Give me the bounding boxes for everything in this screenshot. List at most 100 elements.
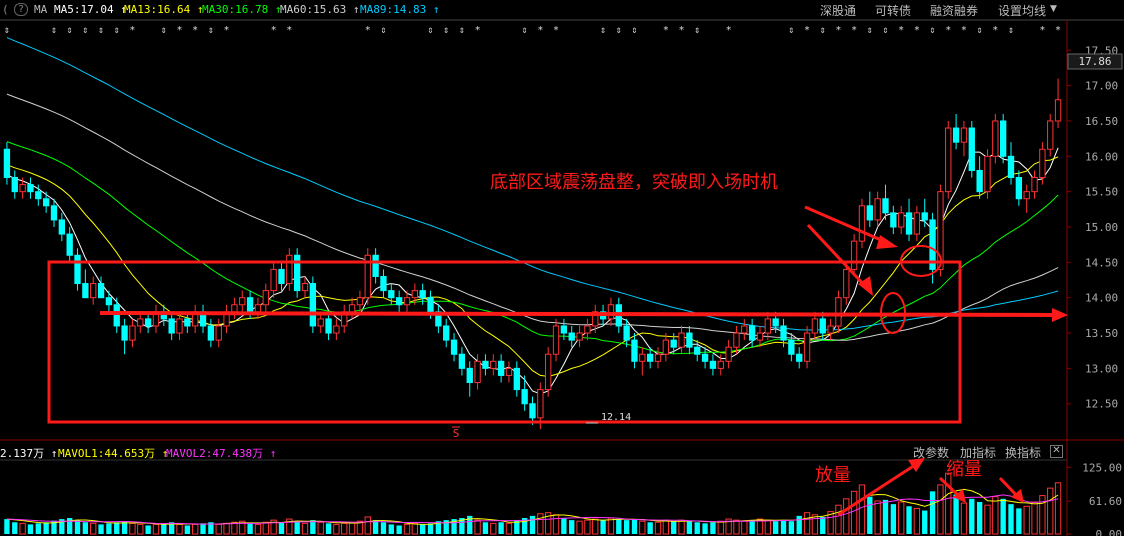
candle-body-up: [874, 198, 881, 221]
candle-body-down: [35, 191, 42, 200]
volume-bar-down: [161, 523, 167, 534]
volume-bar-up: [1023, 505, 1030, 535]
volume-bar-down: [1016, 508, 1022, 534]
volume-bar-up: [843, 498, 850, 535]
signal-marker: *: [176, 25, 182, 36]
candle-body-down: [27, 184, 34, 193]
candle-body-up: [254, 304, 262, 313]
candle-body-up: [725, 346, 732, 362]
candle-body-up: [333, 325, 340, 334]
candle-body-down: [184, 318, 191, 327]
volume-bar-down: [325, 523, 332, 534]
volume-bar-down: [4, 519, 10, 534]
price-tick-label: 12.50: [1085, 398, 1118, 411]
signal-marker: *: [129, 25, 135, 36]
signal-marker: ⇕: [788, 25, 794, 36]
candle-body-down: [529, 403, 536, 419]
candle-body-down: [646, 353, 654, 362]
add-indicator-button[interactable]: 加指标: [960, 444, 996, 461]
candle-body-up: [945, 127, 952, 193]
candle-body-up: [19, 184, 26, 193]
signal-marker: ⇕: [930, 25, 936, 36]
signal-markers: ⇕ ⇕ ⇕ ⇕ ⇕ ⇕ * ⇕ * * ⇕ * * * * ⇕ ⇕ ⇕ ⇕ * ⇕ * * ⇕ ⇕ ⇕ * * ⇕ * ⇕ * ⇕ * * ⇕ ⇕ * * ⇕…: [4, 25, 1061, 36]
switch-indicator-button[interactable]: 换指标: [1005, 444, 1041, 461]
candle-body-down: [58, 219, 66, 235]
candle-body-down: [686, 332, 693, 348]
volume-bar-down: [694, 522, 700, 534]
volume-bar-down: [498, 522, 504, 534]
candle-body-down: [325, 318, 332, 334]
candle-body-down: [207, 325, 215, 341]
volume-bar-down: [420, 524, 426, 534]
signal-marker: ⇕: [161, 25, 167, 36]
close-icon[interactable]: ✕: [1050, 445, 1063, 458]
title-arrow-upper-head: [876, 235, 898, 249]
annotation-title: 底部区域震荡盘整，突破即入场时机: [490, 172, 778, 193]
candle-body-up: [262, 290, 269, 306]
candle-body-up: [552, 325, 560, 355]
price-tick-label: 16.50: [1085, 115, 1118, 128]
signal-marker: ⇕: [428, 25, 434, 36]
modify-params-button[interactable]: 改参数: [913, 444, 949, 461]
volume-bar-up: [137, 523, 144, 535]
volume-tick-label: 0.00: [1096, 528, 1123, 536]
candle-body-down: [1007, 155, 1015, 179]
price-tick-label: 15.00: [1085, 221, 1118, 234]
volume-bar-down: [82, 522, 89, 534]
signal-marker: ⇕: [4, 25, 10, 36]
price-axis: 17.5017.0016.5016.0015.5015.0014.5014.00…: [1067, 44, 1118, 411]
volume-bar-up: [654, 521, 662, 535]
candle-body-down: [309, 283, 317, 327]
volume-bar-down: [671, 521, 677, 534]
current-price-label: 17.86: [1078, 55, 1111, 68]
candle-body-down: [796, 353, 803, 362]
candle-body-up: [215, 325, 222, 341]
volume-bar-down: [867, 496, 873, 534]
signal-marker: *: [475, 25, 481, 36]
signal-marker: *: [726, 25, 732, 36]
volume-bar-down: [200, 523, 206, 534]
candle-body-up: [811, 318, 819, 334]
candle-body-up: [411, 290, 419, 299]
candle-body-up: [90, 283, 97, 299]
signal-marker: *: [961, 25, 967, 36]
candle-body-down: [976, 169, 983, 193]
candle-body-down: [890, 212, 897, 228]
candle-body-up: [835, 297, 842, 327]
volume-bar-down: [702, 523, 708, 534]
candle-body-up: [1023, 191, 1030, 200]
volume-bar-up: [90, 522, 97, 535]
candle-body-down: [278, 268, 285, 285]
low-price-label: 12.14: [601, 412, 631, 423]
volume-bar-up: [152, 523, 160, 535]
signal-marker: *: [804, 25, 810, 36]
signal-marker: *: [537, 25, 543, 36]
breakout-line: [99, 311, 1053, 317]
candle-body-down: [42, 198, 50, 207]
candle-body-down: [113, 304, 120, 327]
signal-marker: *: [192, 25, 198, 36]
candle-body-down: [905, 212, 913, 235]
candle-body-down: [921, 212, 928, 221]
candle-body-down: [50, 205, 58, 221]
volume-bar-down: [890, 504, 897, 534]
signal-marker: *: [286, 25, 292, 36]
volume-bar-up: [364, 516, 371, 535]
volume-bar-up: [317, 521, 324, 535]
volume-bar-up: [937, 484, 944, 535]
volume-bar-down: [710, 522, 716, 534]
candle-body-down: [97, 283, 105, 299]
volume-bar-up: [898, 501, 905, 535]
candle-body-down: [388, 290, 395, 299]
volume-bar-up: [662, 519, 670, 535]
volume-bars: [4, 472, 1062, 535]
volume-bar-down: [686, 521, 693, 534]
candle-body-down: [372, 254, 379, 277]
candle-body-up: [1039, 148, 1046, 179]
volume-bar-up: [192, 523, 199, 535]
candle-body-down: [482, 360, 489, 369]
candle-body-down: [521, 389, 528, 405]
volume-bar-up: [803, 512, 811, 535]
candle-body-up: [301, 283, 309, 292]
candle-body-down: [443, 325, 450, 341]
